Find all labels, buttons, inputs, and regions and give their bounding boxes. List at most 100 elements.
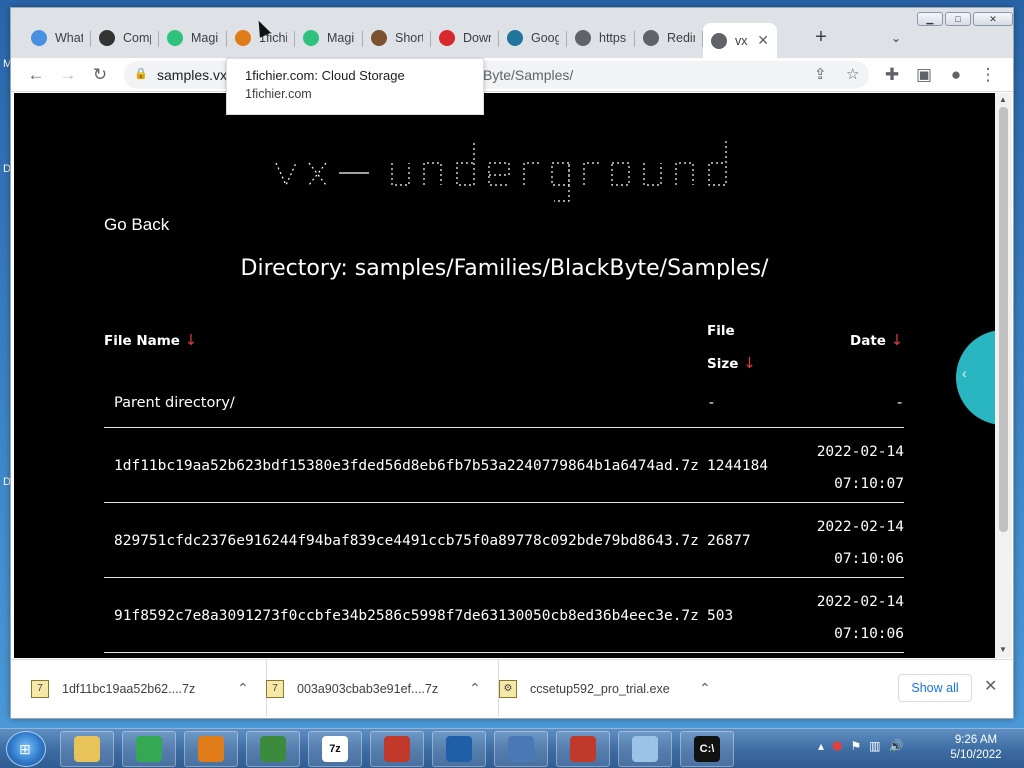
header-file-size[interactable]: File Size ↓ bbox=[707, 315, 756, 380]
shortlink-icon bbox=[371, 30, 387, 46]
scrollbar-thumb[interactable] bbox=[999, 107, 1008, 532]
tab-0[interactable]: What bbox=[23, 23, 91, 53]
tab-label: vx bbox=[735, 33, 748, 48]
tab-8[interactable]: https: bbox=[567, 23, 635, 53]
close-downloads-icon[interactable]: ✕ bbox=[984, 676, 997, 696]
download-item[interactable]: 7 1df11bc19aa52b62....7z ⌃ bbox=[31, 660, 267, 717]
windows-logo-icon: ⊞ bbox=[19, 741, 31, 757]
tab-label: Short bbox=[395, 31, 423, 45]
forward-button[interactable]: → bbox=[55, 62, 81, 88]
chevron-up-icon[interactable]: ⌃ bbox=[237, 680, 249, 697]
header-date[interactable]: Date ↓ bbox=[850, 331, 903, 349]
tab-label: Redir bbox=[667, 31, 695, 45]
tooltip-domain: 1fichier.com bbox=[245, 87, 312, 101]
p-badge-icon bbox=[31, 30, 47, 46]
archive-file-icon: 7 bbox=[31, 679, 49, 698]
taskbar-app-button[interactable] bbox=[618, 731, 672, 767]
file-link[interactable]: 91f8592c7e8a3091273f0ccbfe34b2586c5998f7… bbox=[114, 608, 699, 624]
tooltip-title: 1fichier.com: Cloud Storage bbox=[245, 68, 405, 83]
taskbar-app-button[interactable] bbox=[556, 731, 610, 767]
network-icon[interactable]: ▥ bbox=[869, 739, 880, 753]
tab-label: https: bbox=[599, 31, 627, 45]
taskbar-app-button[interactable] bbox=[246, 731, 300, 767]
profile-avatar-icon[interactable]: ● bbox=[943, 62, 969, 88]
tab-1[interactable]: Comp bbox=[91, 23, 159, 53]
scroll-down-icon[interactable]: ▼ bbox=[999, 645, 1007, 654]
taskbar-app-button[interactable] bbox=[370, 731, 424, 767]
copy-icon bbox=[99, 30, 115, 46]
download-item[interactable]: 7 003a903cbab3e91ef....7z ⌃ bbox=[266, 660, 499, 717]
file-link[interactable]: 829751cfdc2376e916244f94baf839ce4491ccb7… bbox=[114, 533, 699, 549]
back-button[interactable]: ← bbox=[23, 62, 49, 88]
tab-label: Comp bbox=[123, 31, 151, 45]
vx-underground-logo bbox=[275, 141, 727, 202]
header-file-name[interactable]: File Name ↓ bbox=[104, 331, 197, 349]
side-panel-toggle[interactable]: ‹ bbox=[956, 330, 995, 425]
chevron-up-icon[interactable]: ⌃ bbox=[699, 680, 711, 697]
tab-4[interactable]: Magi bbox=[295, 23, 363, 53]
page-scrollbar[interactable]: ▲ ▼ bbox=[995, 93, 1012, 658]
parent-directory-link[interactable]: Parent directory/ bbox=[114, 395, 235, 411]
table-row: 91f8592c7e8a3091273f0ccbfe34b2586c5998f7… bbox=[104, 586, 904, 650]
menu-icon[interactable]: ⋮ bbox=[975, 62, 1001, 88]
start-button[interactable]: ⊞ bbox=[6, 731, 46, 767]
tab-2[interactable]: Magi bbox=[159, 23, 227, 53]
share-icon[interactable]: ⇪ bbox=[814, 65, 827, 83]
tab-label: Magi bbox=[191, 31, 219, 45]
maximize-button[interactable]: □ bbox=[945, 12, 971, 26]
tab-6[interactable]: Down bbox=[431, 23, 499, 53]
file-date: - bbox=[895, 395, 904, 411]
page-title: Directory: samples/Families/BlackByte/Sa… bbox=[240, 256, 769, 281]
clock[interactable]: 9:26 AM 5/10/2022 bbox=[935, 733, 1017, 763]
taskbar-app-button[interactable] bbox=[60, 731, 114, 767]
divider bbox=[104, 427, 904, 428]
action-center-flag-icon[interactable]: ⚑ bbox=[851, 739, 862, 753]
tab-5[interactable]: Short bbox=[363, 23, 431, 53]
system-tray: ▴ ⬢ ⚑ ▥ 🔊 bbox=[818, 739, 904, 753]
go-back-link[interactable]: Go Back bbox=[104, 215, 169, 235]
table-row: 829751cfdc2376e916244f94baf839ce4491ccb7… bbox=[104, 511, 904, 575]
tab-7[interactable]: Goog bbox=[499, 23, 567, 53]
tab-9[interactable]: Redir bbox=[635, 23, 703, 53]
taskbar-app-button[interactable]: 7z bbox=[308, 731, 362, 767]
tab-label: Down bbox=[463, 31, 491, 45]
scroll-up-icon[interactable]: ▲ bbox=[999, 95, 1007, 104]
file-link[interactable]: 1df11bc19aa52b623bdf15380e3fded56d8eb6fb… bbox=[114, 458, 699, 474]
globe-icon bbox=[643, 30, 659, 46]
browser-window: WhatCompMagi1fichiMagiShortDownGooghttps… bbox=[10, 7, 1014, 719]
volume-icon[interactable]: 🔊 bbox=[889, 739, 904, 753]
minimize-button[interactable]: ▁ bbox=[917, 12, 943, 26]
bug-icon bbox=[384, 736, 410, 762]
taskbar-app-button[interactable] bbox=[184, 731, 238, 767]
extensions-icon[interactable]: ✚ bbox=[879, 62, 905, 88]
show-all-button[interactable]: Show all bbox=[898, 674, 972, 702]
download-item[interactable]: ⚙ ccsetup592_pro_trial.exe ⌃ bbox=[499, 660, 729, 717]
chevron-up-icon[interactable]: ⌃ bbox=[469, 680, 481, 697]
wordpress-icon bbox=[507, 30, 523, 46]
folder-icon bbox=[74, 736, 100, 762]
bookmark-star-icon[interactable]: ☆ bbox=[846, 65, 859, 83]
installer-file-icon: ⚙ bbox=[499, 679, 517, 698]
side-panel-icon[interactable]: ▣ bbox=[911, 62, 937, 88]
taskbar-app-button[interactable] bbox=[432, 731, 486, 767]
file-date: 2022-02-14 07:10:07 bbox=[816, 444, 904, 492]
recorder-icon bbox=[570, 736, 596, 762]
taskbar: ⊞ 7z C:\ ▴ ⬢ ⚑ ▥ 🔊 9:26 AM 5/10/2022 bbox=[0, 728, 1024, 768]
tray-app-icon[interactable]: ⬢ bbox=[832, 739, 842, 753]
tab-strip: WhatCompMagi1fichiMagiShortDownGooghttps… bbox=[11, 8, 1013, 58]
close-window-button[interactable]: ✕ bbox=[973, 12, 1013, 26]
download-filename: ccsetup592_pro_trial.exe bbox=[530, 681, 670, 696]
close-tab-icon[interactable]: ✕ bbox=[757, 32, 769, 49]
globe-icon bbox=[711, 32, 727, 49]
taskbar-app-button[interactable] bbox=[122, 731, 176, 767]
tab-10[interactable]: vx ✕ bbox=[703, 23, 777, 58]
tab-search-button[interactable]: ⌄ bbox=[884, 26, 908, 50]
archive-file-icon: 7 bbox=[266, 679, 284, 698]
tray-expand-icon[interactable]: ▴ bbox=[818, 739, 824, 753]
taskbar-app-button[interactable]: C:\ bbox=[680, 731, 734, 767]
reload-button[interactable]: ↻ bbox=[87, 62, 113, 88]
taskbar-app-button[interactable] bbox=[494, 731, 548, 767]
new-tab-button[interactable]: + bbox=[809, 26, 833, 50]
file-size: 1244184 bbox=[707, 458, 769, 474]
notepad-icon bbox=[632, 736, 658, 762]
